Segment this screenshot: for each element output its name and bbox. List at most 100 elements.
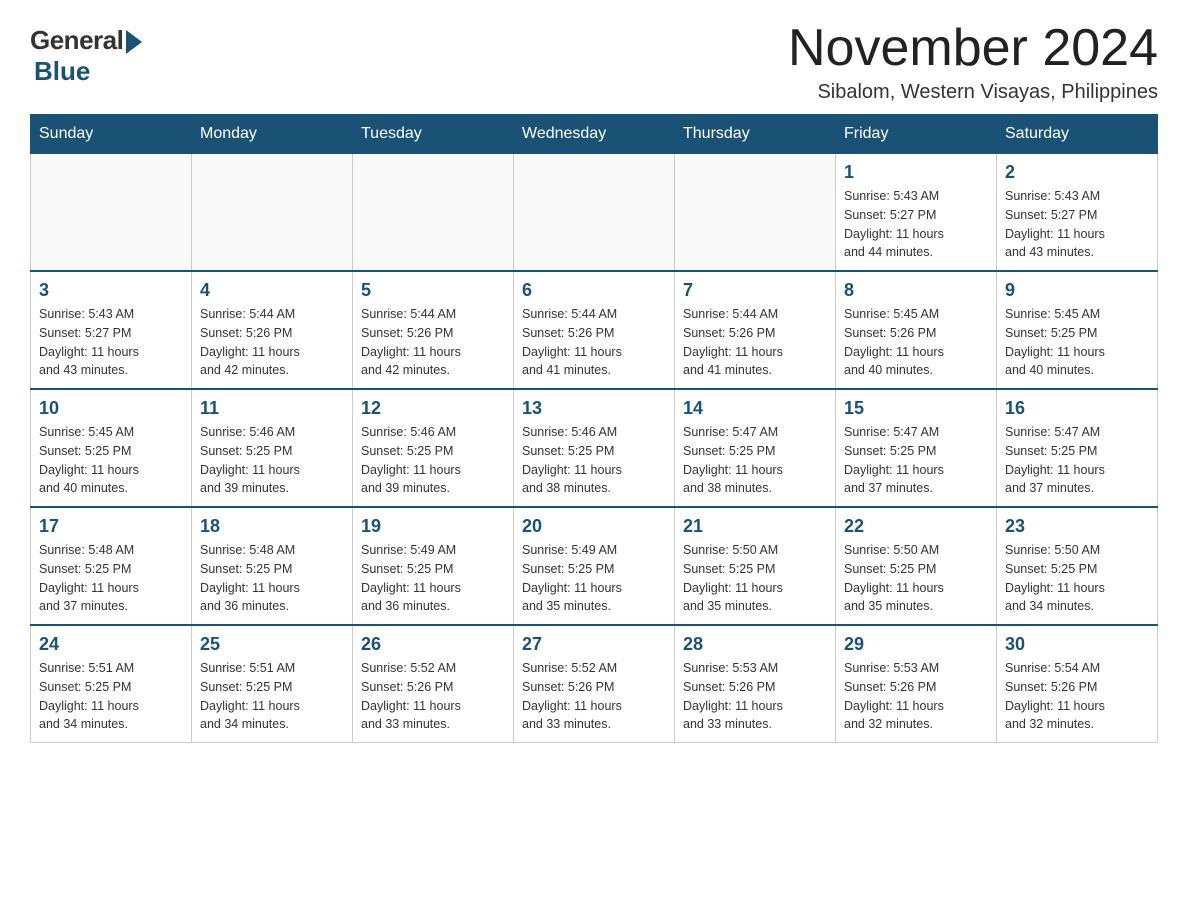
calendar-day-cell: 28 Sunrise: 5:53 AM Sunset: 5:26 PM Dayli… — [675, 625, 836, 743]
logo-blue-text: Blue — [34, 56, 90, 87]
day-number: 17 — [39, 516, 183, 537]
day-info: Sunrise: 5:43 AM Sunset: 5:27 PM Dayligh… — [1005, 187, 1149, 262]
day-info: Sunrise: 5:47 AM Sunset: 5:25 PM Dayligh… — [844, 423, 988, 498]
calendar-day-cell: 10Sunrise: 5:45 AM Sunset: 5:25 PM Dayli… — [31, 389, 192, 507]
day-number: 16 — [1005, 398, 1149, 419]
calendar-day-cell — [192, 154, 353, 272]
weekday-header-thursday: Thursday — [675, 115, 836, 154]
day-number: 11 — [200, 398, 344, 419]
logo-arrow-icon — [126, 30, 142, 54]
logo: General Blue — [30, 20, 142, 87]
calendar-day-cell — [353, 154, 514, 272]
day-number: 18 — [200, 516, 344, 537]
day-number: 13 — [522, 398, 666, 419]
day-number: 10 — [39, 398, 183, 419]
day-number: 29 — [844, 634, 988, 655]
calendar-day-cell: 19 Sunrise: 5:49 AM Sunset: 5:25 PM Dayli… — [353, 507, 514, 625]
logo-general-text: General — [30, 25, 123, 56]
day-number: 12 — [361, 398, 505, 419]
calendar-day-cell: 11 Sunrise: 5:46 AM Sunset: 5:25 PM Dayli… — [192, 389, 353, 507]
day-info: Sunrise: 5:52 AM Sunset: 5:26 PM Dayligh… — [361, 659, 505, 734]
calendar-day-cell: 8 Sunrise: 5:45 AM Sunset: 5:26 PM Daylig… — [836, 271, 997, 389]
calendar-day-cell: 4 Sunrise: 5:44 AM Sunset: 5:26 PM Daylig… — [192, 271, 353, 389]
day-info: Sunrise: 5:47 AM Sunset: 5:25 PM Dayligh… — [683, 423, 827, 498]
calendar-day-cell: 21 Sunrise: 5:50 AM Sunset: 5:25 PM Dayli… — [675, 507, 836, 625]
day-info: Sunrise: 5:45 AM Sunset: 5:25 PM Dayligh… — [1005, 305, 1149, 380]
day-number: 15 — [844, 398, 988, 419]
day-info: Sunrise: 5:44 AM Sunset: 5:26 PM Dayligh… — [683, 305, 827, 380]
calendar-day-cell: 14 Sunrise: 5:47 AM Sunset: 5:25 PM Dayli… — [675, 389, 836, 507]
day-number: 8 — [844, 280, 988, 301]
day-number: 21 — [683, 516, 827, 537]
day-info: Sunrise: 5:48 AM Sunset: 5:25 PM Dayligh… — [200, 541, 344, 616]
day-info: Sunrise: 5:48 AM Sunset: 5:25 PM Dayligh… — [39, 541, 183, 616]
calendar-day-cell: 1Sunrise: 5:43 AM Sunset: 5:27 PM Daylig… — [836, 154, 997, 272]
weekday-header-wednesday: Wednesday — [514, 115, 675, 154]
day-info: Sunrise: 5:44 AM Sunset: 5:26 PM Dayligh… — [361, 305, 505, 380]
calendar-day-cell: 26Sunrise: 5:52 AM Sunset: 5:26 PM Dayli… — [353, 625, 514, 743]
day-info: Sunrise: 5:46 AM Sunset: 5:25 PM Dayligh… — [522, 423, 666, 498]
location-text: Sibalom, Western Visayas, Philippines — [788, 81, 1158, 104]
day-info: Sunrise: 5:50 AM Sunset: 5:25 PM Dayligh… — [1005, 541, 1149, 616]
day-info: Sunrise: 5:45 AM Sunset: 5:26 PM Dayligh… — [844, 305, 988, 380]
calendar-day-cell: 22Sunrise: 5:50 AM Sunset: 5:25 PM Dayli… — [836, 507, 997, 625]
calendar-table: SundayMondayTuesdayWednesdayThursdayFrid… — [30, 114, 1158, 743]
calendar-day-cell: 3Sunrise: 5:43 AM Sunset: 5:27 PM Daylig… — [31, 271, 192, 389]
calendar-day-cell — [31, 154, 192, 272]
day-info: Sunrise: 5:49 AM Sunset: 5:25 PM Dayligh… — [522, 541, 666, 616]
day-info: Sunrise: 5:43 AM Sunset: 5:27 PM Dayligh… — [844, 187, 988, 262]
calendar-day-cell — [675, 154, 836, 272]
calendar-day-cell: 27Sunrise: 5:52 AM Sunset: 5:26 PM Dayli… — [514, 625, 675, 743]
weekday-header-monday: Monday — [192, 115, 353, 154]
day-number: 20 — [522, 516, 666, 537]
day-info: Sunrise: 5:53 AM Sunset: 5:26 PM Dayligh… — [683, 659, 827, 734]
day-info: Sunrise: 5:46 AM Sunset: 5:25 PM Dayligh… — [200, 423, 344, 498]
calendar-day-cell: 18 Sunrise: 5:48 AM Sunset: 5:25 PM Dayli… — [192, 507, 353, 625]
calendar-day-cell: 13 Sunrise: 5:46 AM Sunset: 5:25 PM Dayli… — [514, 389, 675, 507]
day-number: 25 — [200, 634, 344, 655]
calendar-day-cell: 17 Sunrise: 5:48 AM Sunset: 5:25 PM Dayli… — [31, 507, 192, 625]
day-number: 19 — [361, 516, 505, 537]
day-number: 4 — [200, 280, 344, 301]
calendar-day-cell: 12 Sunrise: 5:46 AM Sunset: 5:25 PM Dayli… — [353, 389, 514, 507]
day-info: Sunrise: 5:51 AM Sunset: 5:25 PM Dayligh… — [39, 659, 183, 734]
calendar-day-cell: 16 Sunrise: 5:47 AM Sunset: 5:25 PM Dayli… — [997, 389, 1158, 507]
weekday-header-sunday: Sunday — [31, 115, 192, 154]
page-header: General Blue November 2024 Sibalom, West… — [30, 20, 1158, 104]
calendar-day-cell: 23Sunrise: 5:50 AM Sunset: 5:25 PM Dayli… — [997, 507, 1158, 625]
calendar-week-row: 17 Sunrise: 5:48 AM Sunset: 5:25 PM Dayli… — [31, 507, 1158, 625]
day-number: 2 — [1005, 162, 1149, 183]
weekday-header-saturday: Saturday — [997, 115, 1158, 154]
day-info: Sunrise: 5:43 AM Sunset: 5:27 PM Dayligh… — [39, 305, 183, 380]
day-info: Sunrise: 5:53 AM Sunset: 5:26 PM Dayligh… — [844, 659, 988, 734]
calendar-day-cell: 5 Sunrise: 5:44 AM Sunset: 5:26 PM Daylig… — [353, 271, 514, 389]
calendar-week-row: 24 Sunrise: 5:51 AM Sunset: 5:25 PM Dayli… — [31, 625, 1158, 743]
day-info: Sunrise: 5:47 AM Sunset: 5:25 PM Dayligh… — [1005, 423, 1149, 498]
weekday-header-row: SundayMondayTuesdayWednesdayThursdayFrid… — [31, 115, 1158, 154]
calendar-day-cell: 2 Sunrise: 5:43 AM Sunset: 5:27 PM Daylig… — [997, 154, 1158, 272]
day-number: 5 — [361, 280, 505, 301]
day-info: Sunrise: 5:54 AM Sunset: 5:26 PM Dayligh… — [1005, 659, 1149, 734]
day-info: Sunrise: 5:44 AM Sunset: 5:26 PM Dayligh… — [522, 305, 666, 380]
weekday-header-friday: Friday — [836, 115, 997, 154]
day-info: Sunrise: 5:50 AM Sunset: 5:25 PM Dayligh… — [683, 541, 827, 616]
calendar-day-cell: 7Sunrise: 5:44 AM Sunset: 5:26 PM Daylig… — [675, 271, 836, 389]
day-number: 9 — [1005, 280, 1149, 301]
calendar-day-cell: 30Sunrise: 5:54 AM Sunset: 5:26 PM Dayli… — [997, 625, 1158, 743]
day-info: Sunrise: 5:44 AM Sunset: 5:26 PM Dayligh… — [200, 305, 344, 380]
day-number: 28 — [683, 634, 827, 655]
day-number: 24 — [39, 634, 183, 655]
calendar-day-cell — [514, 154, 675, 272]
day-info: Sunrise: 5:49 AM Sunset: 5:25 PM Dayligh… — [361, 541, 505, 616]
day-number: 22 — [844, 516, 988, 537]
calendar-day-cell: 24 Sunrise: 5:51 AM Sunset: 5:25 PM Dayli… — [31, 625, 192, 743]
day-info: Sunrise: 5:46 AM Sunset: 5:25 PM Dayligh… — [361, 423, 505, 498]
calendar-week-row: 10Sunrise: 5:45 AM Sunset: 5:25 PM Dayli… — [31, 389, 1158, 507]
calendar-day-cell: 20 Sunrise: 5:49 AM Sunset: 5:25 PM Dayli… — [514, 507, 675, 625]
calendar-week-row: 1Sunrise: 5:43 AM Sunset: 5:27 PM Daylig… — [31, 154, 1158, 272]
calendar-day-cell: 9 Sunrise: 5:45 AM Sunset: 5:25 PM Daylig… — [997, 271, 1158, 389]
calendar-day-cell: 25Sunrise: 5:51 AM Sunset: 5:25 PM Dayli… — [192, 625, 353, 743]
day-number: 14 — [683, 398, 827, 419]
calendar-week-row: 3Sunrise: 5:43 AM Sunset: 5:27 PM Daylig… — [31, 271, 1158, 389]
day-info: Sunrise: 5:52 AM Sunset: 5:26 PM Dayligh… — [522, 659, 666, 734]
